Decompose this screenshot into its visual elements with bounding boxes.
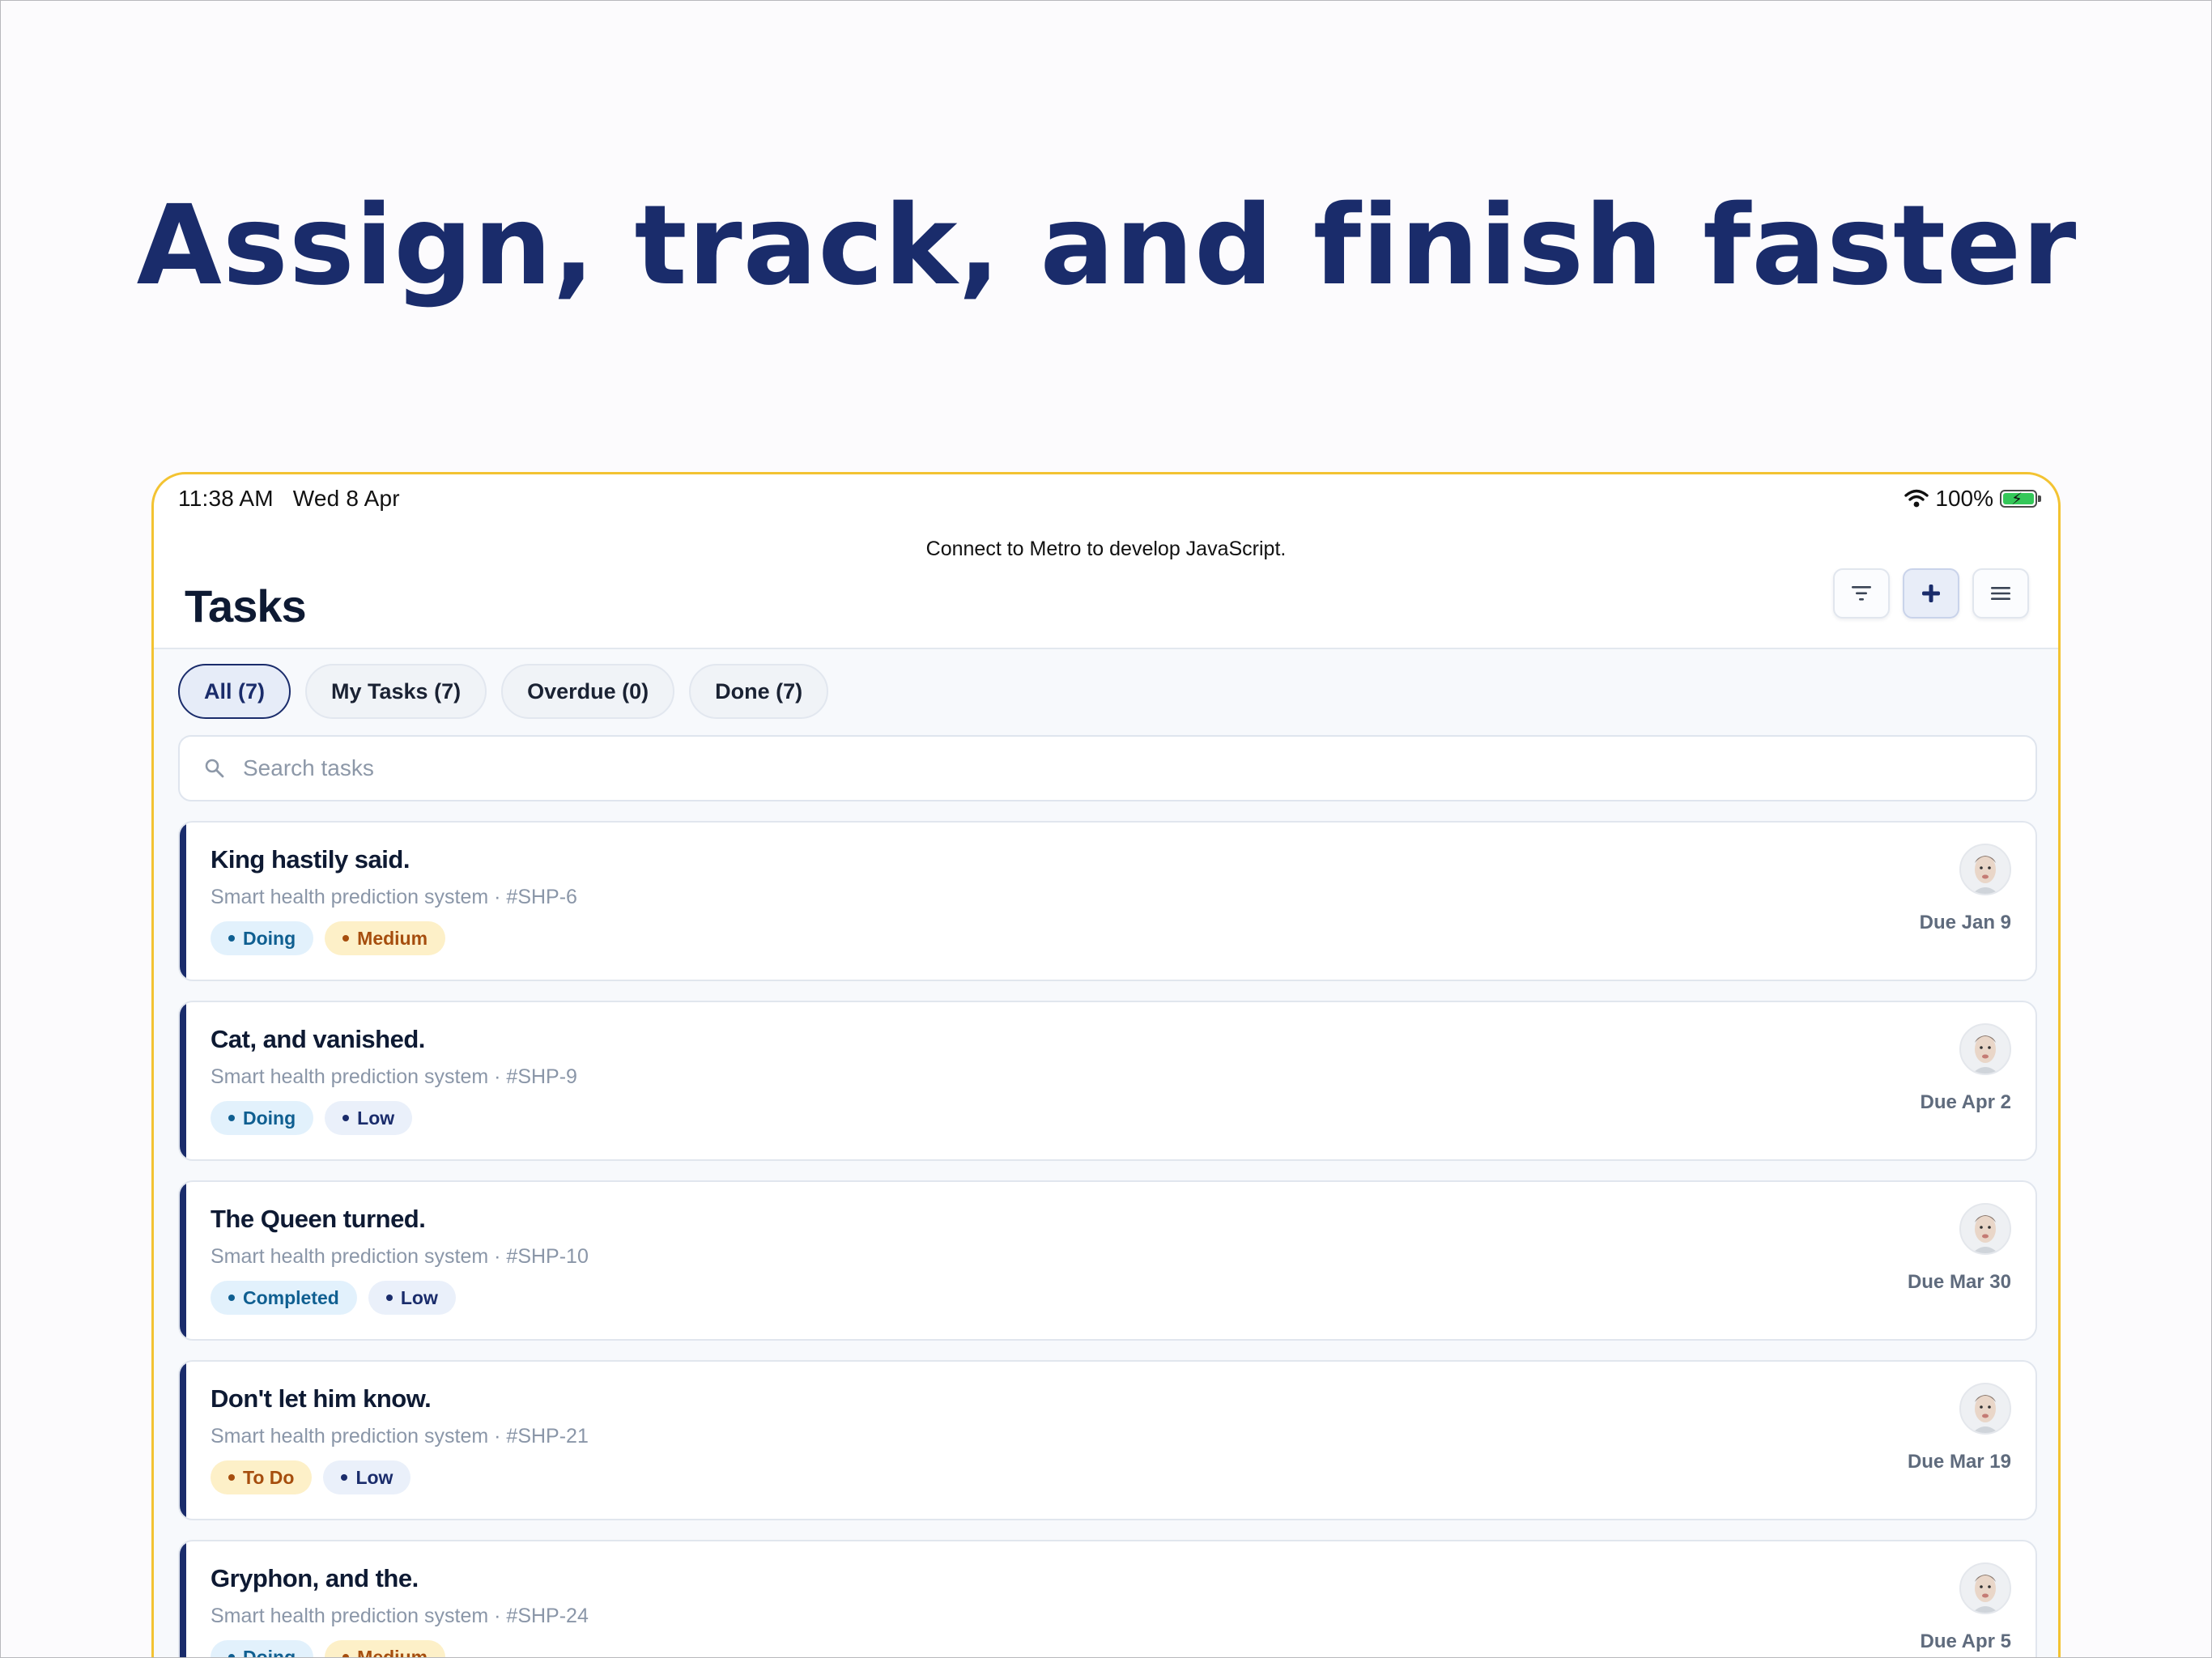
- battery-icon: ⚡: [2000, 490, 2041, 508]
- status-badge: Doing: [211, 921, 314, 955]
- wifi-icon: [1904, 489, 1929, 508]
- priority-badge: Low: [368, 1281, 456, 1315]
- status-time: 11:38 AM: [178, 486, 274, 511]
- due-date: Due Apr 2: [1920, 1091, 2011, 1113]
- avatar: [1959, 1023, 2011, 1075]
- tab-done[interactable]: Done (7): [689, 664, 829, 719]
- task-badges: Doing Medium: [211, 1640, 446, 1657]
- task-list: King hastily said. Smart health predicti…: [178, 821, 2037, 1657]
- avatar: [1959, 1562, 2011, 1614]
- plus-icon: [1922, 585, 1940, 602]
- task-card[interactable]: The Queen turned. Smart health predictio…: [178, 1180, 2037, 1341]
- user-avatar-icon: [1972, 1395, 1998, 1433]
- header-actions: [1833, 568, 2029, 619]
- hero-headline: Assign, track, and finish faster: [136, 182, 2078, 310]
- task-card[interactable]: Cat, and vanished. Smart health predicti…: [178, 1001, 2037, 1161]
- priority-badge: Medium: [325, 921, 446, 955]
- priority-badge: Low: [325, 1101, 413, 1135]
- status-badge: Doing: [211, 1101, 314, 1135]
- tablet-frame: 11:38 AM Wed 8 Apr 100% ⚡ Connect to Met…: [151, 472, 2061, 1657]
- add-task-button[interactable]: [1903, 568, 1959, 619]
- user-avatar-icon: [1972, 856, 1998, 894]
- filter-icon: [1852, 586, 1871, 601]
- task-title: King hastily said.: [211, 845, 410, 874]
- task-meta: Smart health prediction system · #SHP-24: [211, 1605, 589, 1627]
- task-title: Cat, and vanished.: [211, 1025, 425, 1053]
- app-header: Tasks: [154, 563, 2058, 649]
- task-card[interactable]: Gryphon, and the. Smart health predictio…: [178, 1540, 2037, 1657]
- task-card[interactable]: King hastily said. Smart health predicti…: [178, 821, 2037, 981]
- search-input[interactable]: [241, 755, 2035, 782]
- status-badge: To Do: [211, 1460, 313, 1494]
- user-avatar-icon: [1972, 1575, 1998, 1613]
- task-title: Don't let him know.: [211, 1384, 432, 1413]
- user-avatar-icon: [1972, 1035, 1998, 1073]
- priority-badge: Medium: [325, 1640, 446, 1657]
- avatar: [1959, 1383, 2011, 1435]
- tab-overdue[interactable]: Overdue (0): [501, 664, 675, 719]
- page-title: Tasks: [185, 580, 307, 631]
- task-badges: Doing Medium: [211, 921, 446, 955]
- menu-button[interactable]: [1972, 568, 2029, 619]
- search-bar: [178, 735, 2037, 801]
- avatar: [1959, 1203, 2011, 1255]
- task-title: The Queen turned.: [211, 1205, 426, 1233]
- task-title: Gryphon, and the.: [211, 1564, 419, 1592]
- task-meta: Smart health prediction system · #SHP-21: [211, 1425, 589, 1448]
- task-card[interactable]: Don't let him know. Smart health predict…: [178, 1360, 2037, 1520]
- status-badge: Doing: [211, 1640, 314, 1657]
- app-store-screenshot: Assign, track, and finish faster 11:38 A…: [0, 0, 2212, 1658]
- status-date: Wed 8 Apr: [292, 486, 400, 511]
- user-avatar-icon: [1972, 1215, 1998, 1253]
- status-indicators: 100% ⚡: [1904, 486, 2041, 512]
- task-content: All (7) My Tasks (7) Overdue (0) Done (7…: [154, 649, 2058, 1657]
- due-date: Due Mar 30: [1907, 1271, 2011, 1293]
- priority-badge: Low: [323, 1460, 411, 1494]
- task-meta: Smart health prediction system · #SHP-6: [211, 886, 577, 908]
- task-badges: Doing Low: [211, 1101, 413, 1135]
- due-date: Due Mar 19: [1907, 1451, 2011, 1473]
- status-badge: Completed: [211, 1281, 357, 1315]
- task-meta: Smart health prediction system · #SHP-9: [211, 1065, 577, 1088]
- filter-button[interactable]: [1833, 568, 1890, 619]
- battery-percent: 100%: [1935, 486, 1993, 511]
- due-date: Due Apr 5: [1920, 1630, 2011, 1652]
- task-badges: Completed Low: [211, 1281, 456, 1315]
- task-meta: Smart health prediction system · #SHP-10: [211, 1245, 589, 1268]
- metro-banner: Connect to Metro to develop JavaScript.: [925, 538, 1287, 560]
- task-badges: To Do Low: [211, 1460, 411, 1494]
- due-date: Due Jan 9: [1919, 912, 2011, 933]
- status-time-date: 11:38 AM Wed 8 Apr: [178, 486, 400, 512]
- filter-tabs: All (7) My Tasks (7) Overdue (0) Done (7…: [178, 664, 829, 719]
- avatar: [1959, 844, 2011, 895]
- status-bar: 11:38 AM Wed 8 Apr 100% ⚡: [154, 474, 2058, 528]
- tab-my-tasks[interactable]: My Tasks (7): [305, 664, 487, 719]
- menu-icon: [1991, 587, 2010, 600]
- tab-all[interactable]: All (7): [178, 664, 291, 719]
- search-icon: [205, 759, 224, 778]
